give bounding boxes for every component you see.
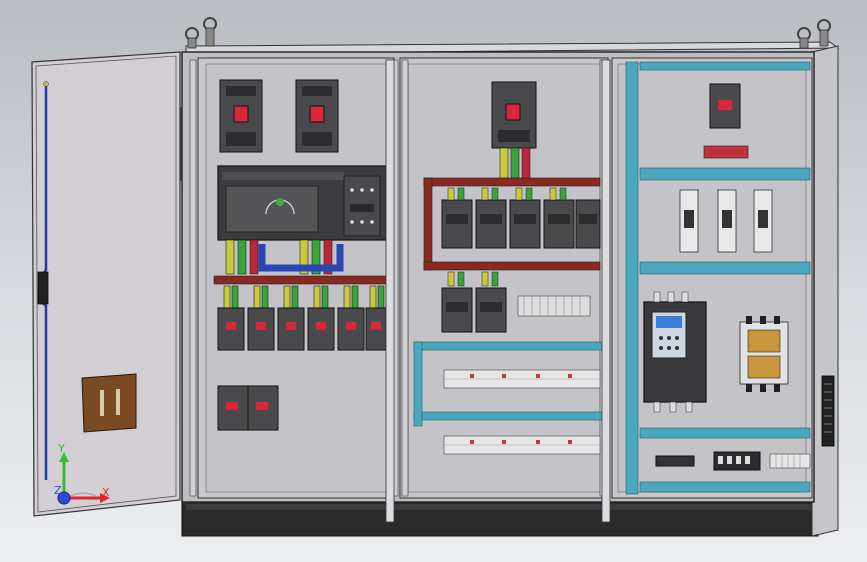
- fuse-holders[interactable]: [679, 189, 773, 253]
- axis-x-label: X: [102, 486, 110, 499]
- section-left: [189, 57, 399, 499]
- section-right: [611, 57, 813, 499]
- terminal-block: [517, 295, 591, 317]
- door-handle[interactable]: [81, 373, 137, 433]
- contactor[interactable]: [739, 316, 789, 392]
- cabinet-door[interactable]: [31, 51, 189, 517]
- section-middle: [399, 57, 609, 499]
- lower-breakers[interactable]: [217, 385, 279, 431]
- main-breaker[interactable]: [295, 79, 339, 153]
- axis-z-label: Z: [54, 484, 62, 497]
- main-breaker[interactable]: [219, 79, 263, 153]
- transfer-switch-unit[interactable]: [217, 165, 387, 241]
- axis-y-label: Y: [57, 442, 65, 455]
- frequency-inverter[interactable]: [643, 291, 707, 413]
- cad-viewport[interactable]: X Y Z: [0, 0, 867, 562]
